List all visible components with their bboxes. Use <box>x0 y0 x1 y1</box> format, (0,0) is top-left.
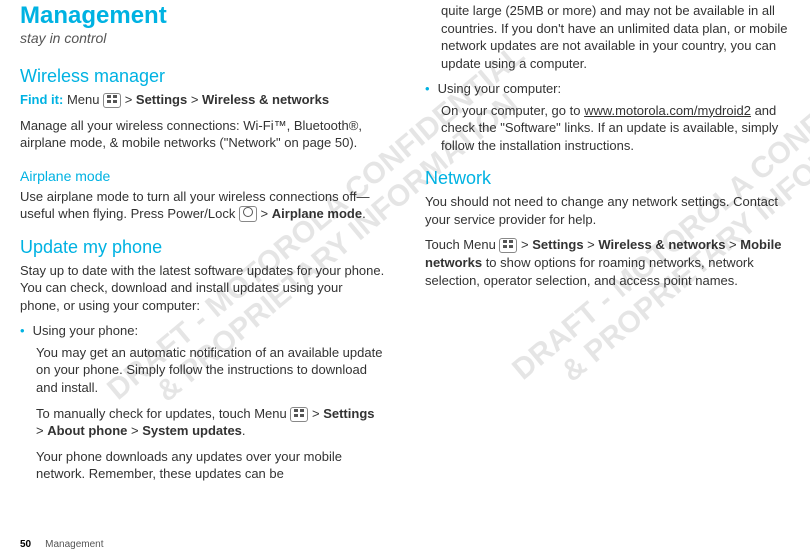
np2-a: Touch Menu <box>425 237 499 252</box>
airplane-paragraph: Use airplane mode to turn all your wirel… <box>20 188 385 223</box>
network-heading: Network <box>425 168 790 189</box>
find-it-settings: Settings <box>136 92 187 107</box>
find-it-label: Find it: <box>20 92 63 107</box>
continued-paragraph: quite large (25MB or more) and may not b… <box>441 2 790 72</box>
bullet-using-computer-text: Using your computer: <box>438 80 790 98</box>
airplane-text-c: . <box>362 206 366 221</box>
bullet-using-computer: • Using your computer: <box>425 80 790 98</box>
bullet1-para3: Your phone downloads any updates over yo… <box>36 448 385 483</box>
np2-wireless: Wireless & networks <box>598 237 725 252</box>
airplane-mode-bold: Airplane mode <box>272 206 362 221</box>
np2-settings: Settings <box>532 237 583 252</box>
bullet1-para1: You may get an automatic notification of… <box>36 344 385 397</box>
b1p2-sys: System updates <box>142 423 242 438</box>
find-it-line: Find it: Menu > Settings > Wireless & ne… <box>20 91 385 109</box>
np2-b: > <box>517 237 532 252</box>
page-title: Management <box>20 2 385 30</box>
b1p2-d: > <box>127 423 142 438</box>
page-footer: 50 Management <box>20 539 385 550</box>
bullet2-para1: On your computer, go to www.motorola.com… <box>441 102 790 155</box>
find-it-menu-word: Menu <box>63 92 103 107</box>
update-phone-heading: Update my phone <box>20 237 385 258</box>
find-it-sep1: > <box>121 92 136 107</box>
bullet-dot-icon-2: • <box>425 80 430 98</box>
airplane-text-b: > <box>257 206 272 221</box>
wireless-manager-heading: Wireless manager <box>20 66 385 87</box>
find-it-sep2: > <box>187 92 202 107</box>
network-para2: Touch Menu > Settings > Wireless & netwo… <box>425 236 790 289</box>
bullet-dot-icon: • <box>20 322 25 340</box>
wireless-paragraph: Manage all your wireless connections: Wi… <box>20 117 385 152</box>
bullet1-para2: To manually check for updates, touch Men… <box>36 405 385 440</box>
b1p2-settings: Settings <box>323 406 374 421</box>
bullet-using-phone-text: Using your phone: <box>33 322 385 340</box>
bullet1-details: You may get an automatic notification of… <box>20 344 385 491</box>
left-column: DRAFT - MOTOROLA CONFIDENTIAL & PROPRIET… <box>20 2 385 550</box>
b2p1-a: On your computer, go to <box>441 103 584 118</box>
b1p2-e: . <box>242 423 246 438</box>
continued-indent: quite large (25MB or more) and may not b… <box>425 2 790 80</box>
bullet2-details: On your computer, go to www.motorola.com… <box>425 102 790 163</box>
menu-key-icon-2 <box>290 407 308 422</box>
right-column: DRAFT - MOTOROLA CONFIDENTIAL & PROPRIET… <box>425 2 790 550</box>
motorola-link: www.motorola.com/mydroid2 <box>584 103 751 118</box>
np2-c: > <box>584 237 599 252</box>
airplane-mode-heading: Airplane mode <box>20 168 385 184</box>
b1p2-c: > <box>36 423 47 438</box>
b1p2-about: About phone <box>47 423 127 438</box>
b1p2-b: > <box>308 406 323 421</box>
network-para1: You should not need to change any networ… <box>425 193 790 228</box>
menu-key-icon <box>103 93 121 108</box>
bullet-using-phone: • Using your phone: <box>20 322 385 340</box>
menu-key-icon-3 <box>499 238 517 253</box>
b1p2-a: To manually check for updates, touch Men… <box>36 406 290 421</box>
find-it-wireless: Wireless & networks <box>202 92 329 107</box>
page-subtitle: stay in control <box>20 30 385 46</box>
np2-d: > <box>725 237 740 252</box>
power-key-icon <box>239 206 257 222</box>
update-paragraph: Stay up to date with the latest software… <box>20 262 385 315</box>
page-number: 50 <box>20 539 31 550</box>
footer-section-label: Management <box>45 539 103 550</box>
